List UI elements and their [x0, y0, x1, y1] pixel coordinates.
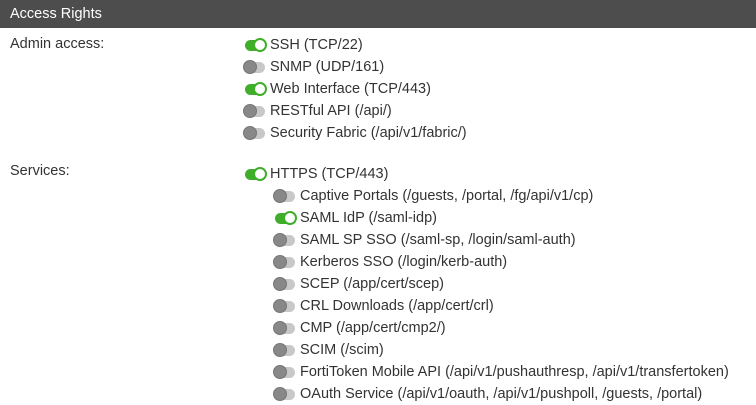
toggle-knob [243, 126, 257, 140]
toggle-row-saml-sp-sso[interactable]: SAML SP SSO (/saml-sp, /login/saml-auth) [273, 229, 576, 251]
toggle-knob [273, 321, 287, 335]
toggle-row-snmp[interactable]: SNMP (UDP/161) [243, 56, 385, 78]
toggle-knob [273, 387, 287, 401]
access-rights-header: Access Rights [0, 0, 756, 28]
toggle-row-scim[interactable]: SCIM (/scim) [273, 339, 384, 361]
security-fabric-label: Security Fabric (/api/v1/fabric/) [270, 125, 467, 141]
toggle-knob [273, 189, 287, 203]
saml-sp-sso-label: SAML SP SSO (/saml-sp, /login/saml-auth) [300, 232, 576, 248]
toggle-row-ssh[interactable]: SSH (TCP/22) [245, 34, 363, 56]
toggle-knob [243, 60, 257, 74]
https-toggle[interactable] [245, 167, 267, 181]
https-label: HTTPS (TCP/443) [270, 166, 389, 182]
toggle-row-web-interface[interactable]: Web Interface (TCP/443) [245, 78, 431, 100]
scim-label: SCIM (/scim) [300, 342, 384, 358]
web-interface-label: Web Interface (TCP/443) [270, 81, 431, 97]
toggle-row-oauth-service[interactable]: OAuth Service (/api/v1/oauth, /api/v1/pu… [273, 383, 703, 405]
toggle-knob [253, 38, 267, 52]
toggle-row-restful-api[interactable]: RESTful API (/api/) [243, 100, 392, 122]
oauth-service-toggle[interactable] [273, 387, 295, 401]
oauth-service-label: OAuth Service (/api/v1/oauth, /api/v1/pu… [300, 386, 703, 402]
toggle-knob [273, 299, 287, 313]
saml-idp-label: SAML IdP (/saml-idp) [300, 210, 437, 226]
scep-toggle[interactable] [273, 277, 295, 291]
header-title: Access Rights [10, 6, 102, 22]
cmp-label: CMP (/app/cert/cmp2/) [300, 320, 446, 336]
restful-api-label: RESTful API (/api/) [270, 103, 392, 119]
security-fabric-toggle[interactable] [243, 126, 265, 140]
toggle-knob [273, 365, 287, 379]
ssh-toggle[interactable] [245, 38, 267, 52]
saml-idp-toggle[interactable] [275, 211, 297, 225]
toggle-knob [273, 343, 287, 357]
scep-label: SCEP (/app/cert/scep) [300, 276, 444, 292]
admin-access-label: Admin access: [10, 36, 105, 52]
toggle-row-crl-downloads[interactable]: CRL Downloads (/app/cert/crl) [273, 295, 494, 317]
toggle-row-captive-portals[interactable]: Captive Portals (/guests, /portal, /fg/a… [273, 185, 594, 207]
services-label: Services: [10, 163, 70, 179]
snmp-toggle[interactable] [243, 60, 265, 74]
toggle-knob [273, 233, 287, 247]
toggle-row-kerberos-sso[interactable]: Kerberos SSO (/login/kerb-auth) [273, 251, 508, 273]
saml-sp-sso-toggle[interactable] [273, 233, 295, 247]
fortitoken-mobile-api-toggle[interactable] [273, 365, 295, 379]
kerberos-sso-toggle[interactable] [273, 255, 295, 269]
toggle-knob [273, 277, 287, 291]
snmp-label: SNMP (UDP/161) [270, 59, 385, 75]
toggle-row-cmp[interactable]: CMP (/app/cert/cmp2/) [273, 317, 446, 339]
captive-portals-label: Captive Portals (/guests, /portal, /fg/a… [300, 188, 594, 204]
scim-toggle[interactable] [273, 343, 295, 357]
toggle-row-https[interactable]: HTTPS (TCP/443) [245, 163, 388, 185]
crl-downloads-toggle[interactable] [273, 299, 295, 313]
toggle-knob [283, 211, 297, 225]
toggle-row-fortitoken-mobile-api[interactable]: FortiToken Mobile API (/api/v1/pushauthr… [273, 361, 729, 383]
ssh-label: SSH (TCP/22) [270, 37, 363, 53]
web-interface-toggle[interactable] [245, 82, 267, 96]
toggle-row-scep[interactable]: SCEP (/app/cert/scep) [273, 273, 444, 295]
toggle-row-saml-idp[interactable]: SAML IdP (/saml-idp) [275, 207, 437, 229]
toggle-knob [273, 255, 287, 269]
toggle-knob [243, 104, 257, 118]
captive-portals-toggle[interactable] [273, 189, 295, 203]
kerberos-sso-label: Kerberos SSO (/login/kerb-auth) [300, 254, 508, 270]
restful-api-toggle[interactable] [243, 104, 265, 118]
toggle-row-security-fabric[interactable]: Security Fabric (/api/v1/fabric/) [243, 122, 467, 144]
crl-downloads-label: CRL Downloads (/app/cert/crl) [300, 298, 494, 314]
toggle-knob [253, 82, 267, 96]
toggle-knob [253, 167, 267, 181]
cmp-toggle[interactable] [273, 321, 295, 335]
fortitoken-mobile-api-label: FortiToken Mobile API (/api/v1/pushauthr… [300, 364, 729, 380]
